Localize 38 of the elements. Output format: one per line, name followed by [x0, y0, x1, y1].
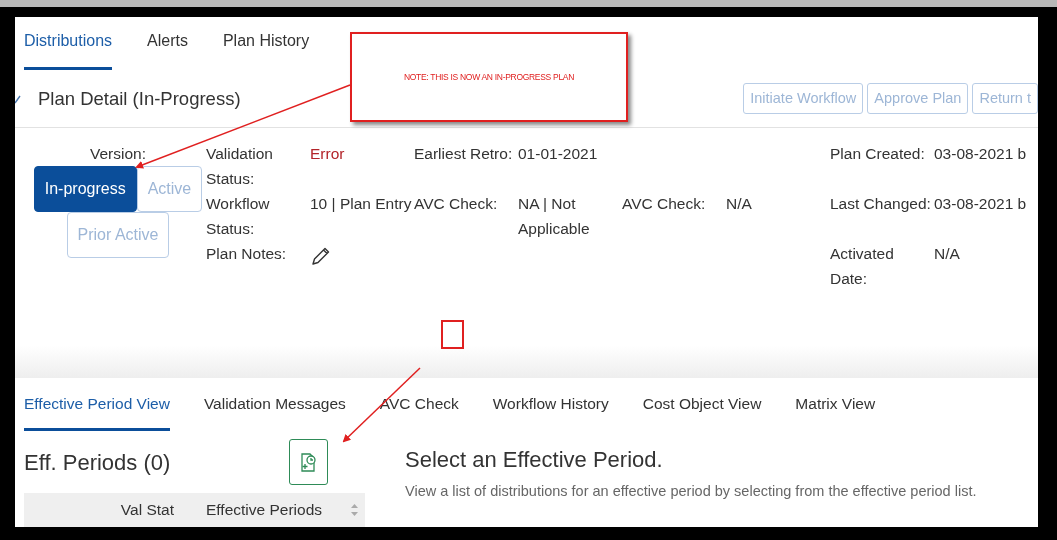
panel-title: Eff. Periods (0) [24, 448, 171, 477]
field-value: N/A [726, 194, 753, 214]
column-header: Effective Periods [206, 500, 323, 521]
field-label: AVC Check: [414, 194, 499, 214]
field-label: Validation Status: [206, 144, 274, 189]
tab[interactable]: Workflow History [492, 378, 609, 431]
field-label: Plan Created: [830, 144, 926, 164]
document-clock-icon [299, 451, 318, 473]
field-value: 01-01-2021 [518, 144, 599, 164]
version-button[interactable]: In-progress [33, 166, 137, 212]
version-label: Version: [90, 144, 146, 164]
plan-title: Plan Detail (In-Progress) [38, 86, 241, 111]
field-label: Workflow Status: [206, 194, 271, 239]
status-value: Error [310, 144, 346, 164]
field-label: AVC Check: [622, 194, 707, 214]
tab[interactable]: Plan History [222, 17, 310, 70]
annotation-note: NOTE: THIS IS NOW AN IN-PROGRESS PLAN [350, 32, 628, 122]
field-value: NA | Not Applicable [518, 194, 591, 239]
field-value: N/A [934, 244, 961, 264]
field-label: Activated Date: [830, 244, 895, 289]
field-label: Plan Notes: [206, 244, 288, 264]
column-header: Val Stat [119, 500, 174, 521]
tab[interactable]: Matrix View [795, 378, 876, 431]
field-value: 03-08-2021 b [934, 144, 1028, 164]
tab[interactable]: AVC Check [379, 378, 459, 431]
tab[interactable]: Cost Object View [642, 378, 762, 431]
panel-text: View a list of distributions for an effective period by selecting from the effective period list. [405, 482, 977, 501]
tab[interactable]: Validation Messages [203, 378, 346, 431]
field-label: Last Changed: [830, 194, 932, 214]
field-value: 10 | Plan Entry [310, 194, 413, 214]
field-label: Earliest Retro: [414, 144, 514, 164]
tab[interactable]: Alerts [147, 17, 188, 70]
add-period-button[interactable] [289, 439, 328, 485]
panel-heading: Select an Effective Period. [405, 446, 664, 474]
tab[interactable]: Effective Period View [24, 378, 170, 431]
field-value: 03-08-2021 b [934, 194, 1028, 214]
annotation-marker [441, 320, 464, 349]
tab[interactable]: Distributions [24, 17, 113, 70]
